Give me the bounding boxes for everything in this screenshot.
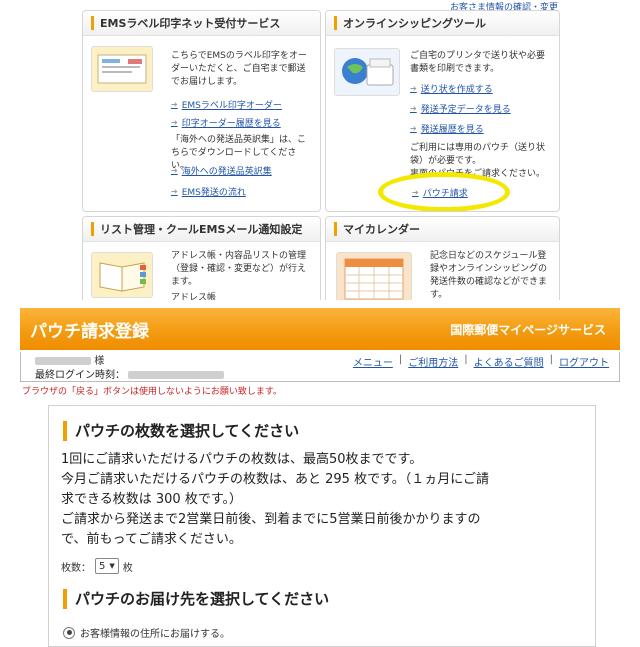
ems-card-header: EMSラベル印字ネット受付サービス xyxy=(83,11,320,36)
globe-printer-graphic xyxy=(342,58,394,86)
nav-faq-link[interactable]: よくあるご質問 xyxy=(474,354,544,369)
accent-bar xyxy=(91,222,94,236)
pouch-request-form: パウチの枚数を選択してください 1回にご請求いただけるパウチの枚数は、最高50枚… xyxy=(48,405,596,647)
shipment-plan-link[interactable]: ➔ 発送予定データを見る xyxy=(410,102,511,115)
list-card-title: リスト管理・クールEMSメール通知設定 xyxy=(100,223,303,236)
last-login: 最終ログイン時刻： xyxy=(35,366,225,381)
accent-bar xyxy=(63,420,67,441)
page-header-banner: パウチ請求登録 国際郵便マイページサービス xyxy=(20,308,620,350)
user-info-bar: 様 最終ログイン時刻： メニュー | ご利用方法 | よくあるご質問 | ログア… xyxy=(20,352,620,382)
accent-bar xyxy=(63,588,67,609)
shipping-tool-image xyxy=(334,48,400,96)
ems-label-order-link[interactable]: ➔ EMSラベル印字オーダー xyxy=(171,98,282,111)
ems-label-graphic xyxy=(97,54,147,84)
calendar-graphic xyxy=(344,258,404,300)
translation-guide-link[interactable]: ➔ 海外への発送品英訳集 xyxy=(171,164,272,177)
arrow-right-icon: ➔ xyxy=(412,188,419,197)
customer-address-radio[interactable] xyxy=(63,626,75,639)
shipment-history-link[interactable]: ➔ 発送履歴を見る xyxy=(410,122,511,135)
pouch-count-select[interactable]: 5 ▼ xyxy=(95,558,119,574)
redacted-login-time xyxy=(128,371,225,379)
shipping-card-header: オンラインシッピングツール xyxy=(326,11,559,36)
pouch-count-description: 1回にご請求いただけるパウチの枚数は、最高50枚までです。 今月ご請求いただける… xyxy=(61,452,490,547)
shipping-card-title: オンラインシッピングツール xyxy=(343,17,486,30)
list-management-card: リスト管理・クールEMSメール通知設定 アドレス帳・内容品リストの管理（登録・確… xyxy=(82,216,321,300)
ems-card-title: EMSラベル印字ネット受付サービス xyxy=(100,17,281,30)
calendar-image xyxy=(336,252,412,300)
arrow-right-icon: ➔ xyxy=(410,84,417,93)
shipping-card-note: ご利用には専用のパウチ（送り状袋）が必要です。 xyxy=(410,143,546,166)
last-login-label: 最終ログイン時刻： xyxy=(35,370,125,381)
ems-flow-link[interactable]: ➔ EMS発送の流れ xyxy=(171,185,272,198)
calendar-card-desc: 記念日などのスケジュール登録やオンラインシッピングの発送件数の確認などができます… xyxy=(430,251,548,300)
pouch-request-link[interactable]: ➔ パウチ請求 xyxy=(412,186,468,199)
arrow-right-icon: ➔ xyxy=(410,124,417,133)
service-name: 国際郵便マイページサービス xyxy=(450,322,606,337)
pouch-count-heading: パウチの枚数を選択してください xyxy=(63,420,299,441)
ems-card-desc: こちらでEMSのラベル印字をオーダーいただくと、ご自宅まで郵送でお届けします。 xyxy=(171,51,307,87)
nav-separator: | xyxy=(398,354,403,365)
nav-separator: | xyxy=(464,354,468,365)
arrow-right-icon: ➔ xyxy=(171,166,178,175)
online-shipping-card: オンラインシッピングツール ご自宅のプリンタで送り状や必要書類を印刷できます。 … xyxy=(325,10,560,212)
order-history-link[interactable]: ➔ 印字オーダー履歴を見る xyxy=(171,116,282,129)
redacted-user-name xyxy=(35,357,91,365)
create-invoice-link[interactable]: ➔ 送り状を作成する xyxy=(410,82,511,95)
list-card-desc: アドレス帳・内容品リストの管理（登録・確認・変更など）が行えます。 xyxy=(171,251,307,287)
accent-bar xyxy=(334,16,337,30)
arrow-right-icon: ➔ xyxy=(171,118,178,127)
count-label: 枚数： xyxy=(61,562,91,574)
ems-label-image xyxy=(91,46,153,92)
accent-bar xyxy=(91,16,94,30)
shipping-card-desc: ご自宅のプリンタで送り状や必要書類を印刷できます。 xyxy=(410,51,546,74)
my-calendar-card: マイカレンダー 記念日などのスケジュール登録やオンラインシッピングの発送件数の確… xyxy=(325,216,560,300)
calendar-card-title: マイカレンダー xyxy=(343,223,420,236)
arrow-right-icon: ➔ xyxy=(171,187,178,196)
book-graphic xyxy=(99,262,146,292)
calendar-card-header: マイカレンダー xyxy=(326,217,559,242)
address-book-label: アドレス帳 xyxy=(171,293,217,300)
nav-separator: | xyxy=(549,354,553,365)
nav-menu-link[interactable]: メニュー xyxy=(353,354,393,369)
delivery-address-heading: パウチのお届け先を選択してください xyxy=(63,588,329,609)
accent-bar xyxy=(334,222,337,236)
top-nav: メニュー | ご利用方法 | よくあるご質問 | ログアウト xyxy=(353,354,609,369)
arrow-right-icon: ➔ xyxy=(410,104,417,113)
radio-selected-dot xyxy=(66,630,72,635)
nav-logout-link[interactable]: ログアウト xyxy=(559,354,609,369)
count-unit: 枚 xyxy=(122,562,133,574)
nav-usage-link[interactable]: ご利用方法 xyxy=(408,354,458,369)
dropdown-caret-icon: ▼ xyxy=(109,562,115,570)
user-name: 様 xyxy=(35,352,104,367)
delivery-option-row[interactable]: お客様情報の住所にお届けする。 xyxy=(63,625,230,640)
address-book-image xyxy=(91,252,153,298)
ems-label-card: EMSラベル印字ネット受付サービス こちらでEMSのラベル印字をオーダーいただく… xyxy=(82,10,321,212)
customer-address-label: お客様情報の住所にお届けする。 xyxy=(80,629,230,640)
page-title: パウチ請求登録 xyxy=(30,321,149,342)
arrow-right-icon: ➔ xyxy=(171,100,178,109)
bottom-screenshot: パウチ請求登録 国際郵便マイページサービス 様 最終ログイン時刻： メニュー |… xyxy=(0,302,640,647)
pouch-count-row: 枚数： 5 ▼ 枚 xyxy=(61,558,133,574)
back-button-warning: ブラウザの「戻る」ボタンは使用しないようにお願い致します。 xyxy=(22,387,282,397)
top-screenshot: お客さま情報の確認・変更 EMSラベル印字ネット受付サービス こちらでEMSのラ… xyxy=(0,0,640,300)
list-card-header: リスト管理・クールEMSメール通知設定 xyxy=(83,217,320,242)
